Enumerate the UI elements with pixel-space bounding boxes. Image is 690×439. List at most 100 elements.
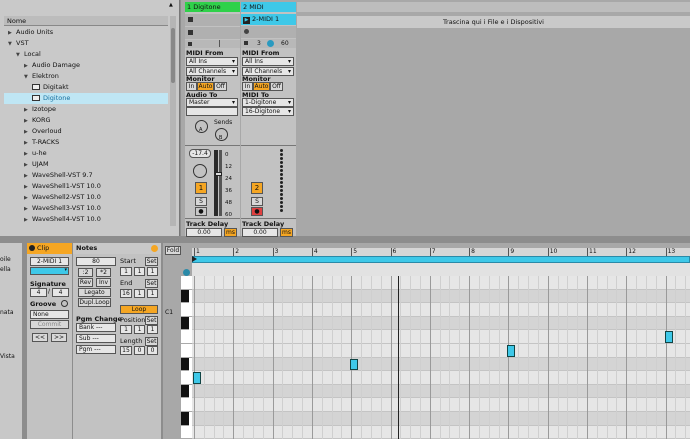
piano-key-black[interactable] bbox=[181, 289, 189, 304]
length-beats[interactable]: 0 bbox=[134, 346, 145, 355]
piano-key-black[interactable] bbox=[181, 316, 189, 331]
midi-from-select[interactable]: All Ins bbox=[242, 57, 294, 66]
position-beat[interactable]: 1 bbox=[134, 325, 145, 334]
track-delay-unit[interactable]: ms bbox=[224, 228, 237, 237]
volume-fader-handle[interactable] bbox=[215, 172, 222, 176]
zoom-icon[interactable] bbox=[183, 269, 190, 276]
browser-item[interactable]: ▶ Izotope bbox=[4, 104, 168, 115]
midi-note[interactable] bbox=[350, 358, 359, 371]
start-bar[interactable]: 1 bbox=[120, 267, 132, 276]
loop-brace[interactable] bbox=[192, 256, 690, 263]
end-set-button[interactable]: Set bbox=[145, 279, 158, 288]
midi-note[interactable] bbox=[664, 331, 673, 343]
track-1-clip-slot-1[interactable] bbox=[185, 14, 240, 26]
browser-item[interactable]: ▼ VST bbox=[4, 38, 168, 49]
track-delay-input[interactable]: 0.00 bbox=[186, 228, 222, 237]
nav-prev-button[interactable]: << bbox=[32, 333, 48, 342]
end-beat[interactable]: 1 bbox=[134, 289, 145, 298]
track-2-stop-row[interactable]: 3 60 bbox=[241, 39, 296, 48]
scrub-area[interactable] bbox=[192, 263, 690, 276]
send-a-knob[interactable]: A bbox=[195, 120, 208, 133]
monitor-auto-button[interactable]: Auto bbox=[253, 82, 270, 91]
note-grid[interactable] bbox=[192, 276, 690, 439]
stop-icon[interactable] bbox=[244, 41, 248, 45]
monitor-off-button[interactable]: Off bbox=[214, 82, 227, 91]
signature-numerator[interactable]: 4 bbox=[30, 288, 47, 297]
audio-to-select[interactable]: Master bbox=[186, 98, 238, 107]
start-set-button[interactable]: Set bbox=[145, 257, 158, 266]
start-beat[interactable]: 1 bbox=[134, 267, 145, 276]
record-arm-icon[interactable]: ● bbox=[251, 207, 263, 216]
clip-color-select[interactable]: ▾ bbox=[30, 267, 69, 275]
double-button[interactable]: *2 bbox=[96, 268, 111, 277]
loop-start-marker[interactable] bbox=[192, 256, 197, 262]
end-bar[interactable]: 16 bbox=[120, 289, 132, 298]
notes-header[interactable]: Notes bbox=[73, 243, 161, 254]
midi-note[interactable] bbox=[193, 372, 201, 384]
midi-note[interactable] bbox=[507, 345, 516, 357]
track-1-stop-row[interactable] bbox=[185, 40, 240, 48]
piano-key-black[interactable] bbox=[181, 412, 189, 426]
track-delay-unit[interactable]: ms bbox=[280, 228, 293, 237]
browser-item[interactable]: ▶ WaveShell4-VST 10.0 bbox=[4, 214, 168, 225]
browser-scrollbar[interactable] bbox=[170, 16, 176, 226]
clip-name-field[interactable]: 2-MIDI 1 bbox=[30, 257, 69, 266]
chevron-right-icon[interactable]: ▶ bbox=[24, 215, 32, 225]
nav-next-button[interactable]: >> bbox=[51, 333, 67, 342]
end-sixteenth[interactable]: 1 bbox=[147, 289, 158, 298]
browser-item[interactable]: Digitone bbox=[4, 93, 168, 104]
fold-button[interactable]: Fold bbox=[165, 246, 181, 255]
piano-keys[interactable] bbox=[181, 276, 192, 439]
piano-key-black[interactable] bbox=[181, 384, 189, 399]
track-1-arm-number-button[interactable]: 1 bbox=[195, 182, 207, 194]
commit-button[interactable]: Commit bbox=[30, 320, 69, 329]
legato-button[interactable]: Legato bbox=[78, 288, 111, 297]
length-set-button[interactable]: Set bbox=[145, 337, 158, 346]
notes-launch-icon[interactable] bbox=[151, 245, 158, 252]
browser-item[interactable]: ▶ Overloud bbox=[4, 126, 168, 137]
browser-header[interactable]: Nome bbox=[4, 16, 168, 26]
browser-item[interactable]: ▶ UJAM bbox=[4, 159, 168, 170]
browser-item[interactable]: ▶ T-RACKS bbox=[4, 137, 168, 148]
browser-scroll-up-icon[interactable]: ▲ bbox=[169, 2, 177, 10]
monitor-auto-button[interactable]: Auto bbox=[197, 82, 214, 91]
monitor-in-button[interactable]: In bbox=[186, 82, 197, 91]
midi-to-channel-select[interactable]: 16-Digitone bbox=[242, 107, 294, 116]
stop-icon[interactable] bbox=[188, 30, 193, 35]
track-1-solo-button[interactable]: S bbox=[195, 197, 207, 206]
drop-area[interactable]: Trascina qui i File e i Dispositivi bbox=[297, 2, 690, 236]
browser-item[interactable]: ▶ WaveShell2-VST 10.0 bbox=[4, 192, 168, 203]
program-select[interactable]: Pgm --- bbox=[76, 345, 116, 354]
piano-key-white[interactable] bbox=[181, 276, 192, 290]
track-2-clip-slot-2[interactable] bbox=[241, 26, 296, 38]
midi-from-select[interactable]: All Ins bbox=[186, 57, 238, 66]
monitor-off-button[interactable]: Off bbox=[270, 82, 283, 91]
bank-select[interactable]: Bank --- bbox=[76, 323, 116, 332]
groove-select[interactable]: None bbox=[30, 310, 69, 319]
browser-item[interactable]: ▶ WaveShell1-VST 10.0 bbox=[4, 181, 168, 192]
track-2-solo-button[interactable]: S bbox=[251, 197, 263, 206]
stop-icon[interactable] bbox=[188, 17, 193, 22]
piano-key-white[interactable] bbox=[181, 398, 192, 412]
record-slot-icon[interactable] bbox=[244, 29, 249, 34]
browser-scroll-thumb[interactable] bbox=[171, 28, 175, 83]
halve-button[interactable]: :2 bbox=[78, 268, 93, 277]
piano-key-white[interactable] bbox=[181, 344, 192, 358]
track-2-arm-number-button[interactable]: 2 bbox=[251, 182, 263, 194]
browser-item[interactable]: ▼ Elektron bbox=[4, 71, 168, 82]
piano-key-white[interactable] bbox=[181, 371, 192, 385]
length-sixteenths[interactable]: 0 bbox=[147, 346, 158, 355]
sub-bank-select[interactable]: Sub --- bbox=[76, 334, 116, 343]
browser-item[interactable]: ▼ Local bbox=[4, 49, 168, 60]
stop-icon[interactable] bbox=[188, 42, 192, 46]
track-delay-input[interactable]: 0.00 bbox=[242, 228, 278, 237]
track-2-clip[interactable]: ▶ 2-MIDI 1 bbox=[241, 14, 296, 25]
volume-fader[interactable] bbox=[219, 150, 222, 216]
reverse-button[interactable]: Rev bbox=[78, 278, 93, 287]
browser-item[interactable]: ▶ Audio Units bbox=[4, 27, 168, 38]
length-bars[interactable]: 15 bbox=[120, 346, 132, 355]
position-bar[interactable]: 1 bbox=[120, 325, 132, 334]
play-icon[interactable]: ▶ bbox=[243, 17, 250, 24]
browser-item[interactable]: ▶ KORG bbox=[4, 115, 168, 126]
position-sixteenth[interactable]: 1 bbox=[147, 325, 158, 334]
